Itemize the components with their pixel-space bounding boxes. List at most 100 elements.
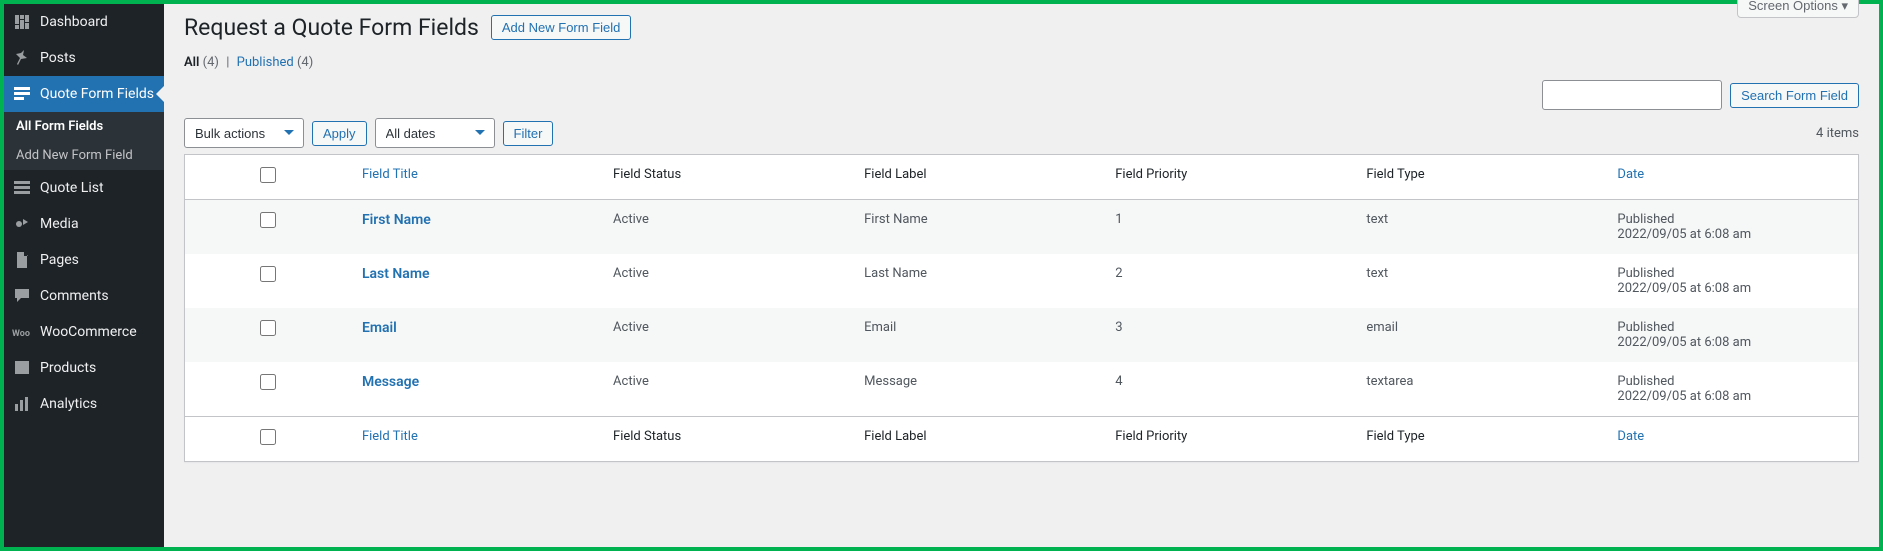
analytics-icon [12, 394, 32, 414]
sidebar-item-label: Posts [40, 50, 76, 66]
screen-options-label: Screen Options [1748, 0, 1838, 13]
row-checkbox[interactable] [260, 266, 276, 282]
col-header-date[interactable]: Date [1607, 155, 1858, 200]
screen-options-button[interactable]: Screen Options ▾ [1737, 0, 1859, 18]
dashboard-icon [12, 12, 32, 32]
row-title-link[interactable]: Message [362, 374, 419, 390]
add-new-form-field-button[interactable]: Add New Form Field [491, 15, 631, 40]
products-icon [12, 358, 32, 378]
row-date: Published2022/09/05 at 6:08 am [1607, 362, 1858, 417]
row-priority: 4 [1105, 362, 1356, 417]
col-footer-status: Field Status [603, 417, 854, 462]
col-footer-type: Field Type [1356, 417, 1607, 462]
row-status: Active [603, 254, 854, 308]
main-content: Screen Options ▾ Request a Quote Form Fi… [164, 4, 1879, 547]
status-filter-links: All (4) | Published (4) [184, 55, 1859, 70]
items-count: 4 items [1816, 126, 1859, 141]
sidebar-submenu: All Form Fields Add New Form Field [4, 112, 164, 170]
col-footer-title[interactable]: Field Title [352, 417, 603, 462]
filter-button[interactable]: Filter [503, 121, 554, 146]
filter-published-count: (4) [297, 55, 313, 70]
filter-all-count: (4) [203, 55, 219, 70]
row-status: Active [603, 362, 854, 417]
row-title-link[interactable]: Last Name [362, 266, 430, 282]
row-date: Published2022/09/05 at 6:08 am [1607, 254, 1858, 308]
row-checkbox[interactable] [260, 320, 276, 336]
media-icon [12, 214, 32, 234]
search-button[interactable]: Search Form Field [1730, 83, 1859, 108]
row-title-link[interactable]: Email [362, 320, 397, 336]
col-header-label: Field Label [854, 155, 1105, 200]
row-checkbox[interactable] [260, 374, 276, 390]
form-icon [12, 84, 32, 104]
sidebar-item-label: Products [40, 360, 96, 376]
row-priority: 3 [1105, 308, 1356, 362]
admin-sidebar: Dashboard Posts Quote Form Fields All Fo… [4, 4, 164, 547]
sidebar-item-media[interactable]: Media [4, 206, 164, 242]
form-fields-table: Field Title Field Status Field Label Fie… [184, 154, 1859, 462]
row-label: Message [854, 362, 1105, 417]
separator: | [226, 55, 229, 70]
row-status: Active [603, 200, 854, 255]
search-box: Search Form Field [184, 80, 1859, 110]
row-checkbox[interactable] [260, 212, 276, 228]
col-header-priority: Field Priority [1105, 155, 1356, 200]
sidebar-item-label: Dashboard [40, 14, 108, 30]
table-row: First NameActiveFirst Name1textPublished… [185, 200, 1859, 255]
sidebar-item-dashboard[interactable]: Dashboard [4, 4, 164, 40]
col-footer-label: Field Label [854, 417, 1105, 462]
apply-button[interactable]: Apply [312, 121, 367, 146]
col-header-status: Field Status [603, 155, 854, 200]
date-filter-select[interactable]: All dates [375, 118, 495, 148]
row-label: Email [854, 308, 1105, 362]
row-label: First Name [854, 200, 1105, 255]
sidebar-item-quote-list[interactable]: Quote List [4, 170, 164, 206]
bulk-actions-select[interactable]: Bulk actions [184, 118, 304, 148]
sidebar-sub-add-new[interactable]: Add New Form Field [4, 141, 164, 170]
col-header-type: Field Type [1356, 155, 1607, 200]
page-header: Request a Quote Form Fields Add New Form… [184, 14, 1859, 41]
row-type: textarea [1356, 362, 1607, 417]
screen-options-wrap: Screen Options ▾ [1737, 0, 1859, 18]
sidebar-item-woocommerce[interactable]: Woo WooCommerce [4, 314, 164, 350]
table-row: Last NameActiveLast Name2textPublished20… [185, 254, 1859, 308]
filter-all-link[interactable]: All [184, 55, 199, 70]
sidebar-item-pages[interactable]: Pages [4, 242, 164, 278]
col-footer-priority: Field Priority [1105, 417, 1356, 462]
sidebar-item-products[interactable]: Products [4, 350, 164, 386]
row-date: Published2022/09/05 at 6:08 am [1607, 200, 1858, 255]
row-title-link[interactable]: First Name [362, 212, 431, 228]
date-filter-wrap: All dates [375, 118, 495, 148]
sidebar-item-label: WooCommerce [40, 324, 137, 340]
col-footer-date[interactable]: Date [1607, 417, 1858, 462]
row-priority: 2 [1105, 254, 1356, 308]
sidebar-item-label: Analytics [40, 396, 97, 412]
select-all-footer [185, 417, 352, 462]
row-priority: 1 [1105, 200, 1356, 255]
row-type: text [1356, 254, 1607, 308]
sidebar-item-comments[interactable]: Comments [4, 278, 164, 314]
sidebar-item-analytics[interactable]: Analytics [4, 386, 164, 422]
list-icon [12, 178, 32, 198]
select-all-header [185, 155, 352, 200]
sidebar-item-posts[interactable]: Posts [4, 40, 164, 76]
comments-icon [12, 286, 32, 306]
sidebar-item-quote-form-fields[interactable]: Quote Form Fields [4, 76, 164, 112]
chevron-down-icon: ▾ [1841, 0, 1848, 13]
pin-icon [12, 48, 32, 68]
sidebar-item-label: Comments [40, 288, 109, 304]
filter-published-link[interactable]: Published [237, 55, 294, 70]
col-header-title[interactable]: Field Title [352, 155, 603, 200]
tablenav-left: Bulk actions Apply All dates Filter [184, 118, 553, 148]
select-all-checkbox-footer[interactable] [260, 429, 276, 445]
sidebar-item-label: Quote Form Fields [40, 86, 154, 102]
row-type: email [1356, 308, 1607, 362]
row-status: Active [603, 308, 854, 362]
table-row: MessageActiveMessage4textareaPublished20… [185, 362, 1859, 417]
sidebar-sub-all-form-fields[interactable]: All Form Fields [4, 112, 164, 141]
page-title: Request a Quote Form Fields [184, 14, 479, 41]
tablenav-top: Bulk actions Apply All dates Filter 4 it… [184, 118, 1859, 148]
row-date: Published2022/09/05 at 6:08 am [1607, 308, 1858, 362]
search-input[interactable] [1542, 80, 1722, 110]
select-all-checkbox[interactable] [260, 167, 276, 183]
